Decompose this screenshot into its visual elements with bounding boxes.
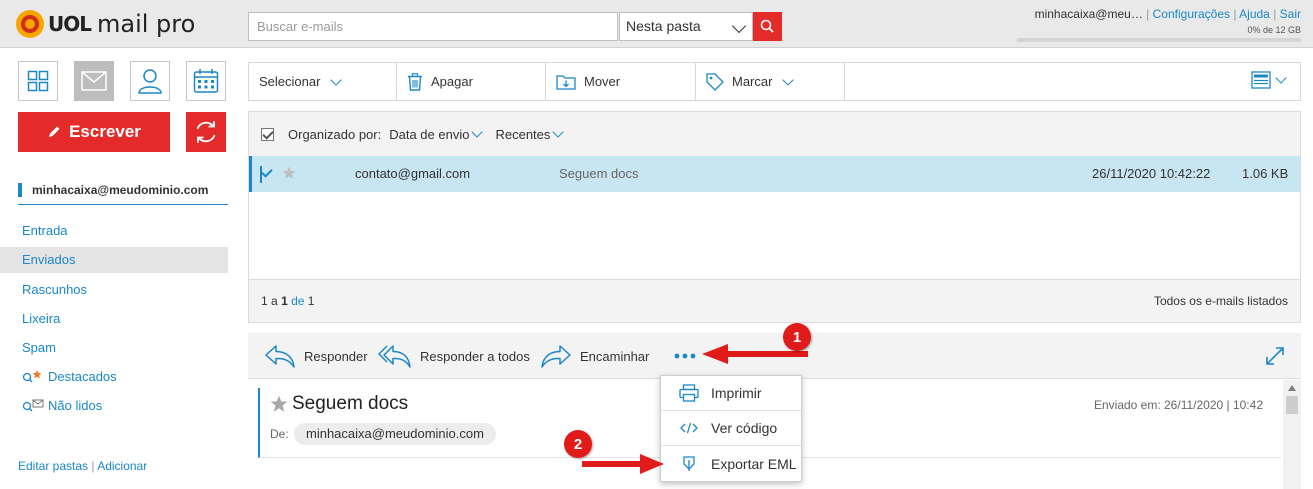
- annotation-arrows: [582, 344, 808, 474]
- step-2-badge: 2: [564, 430, 592, 458]
- step-1-badge: 1: [783, 323, 811, 351]
- arrow-2-icon: [582, 454, 664, 474]
